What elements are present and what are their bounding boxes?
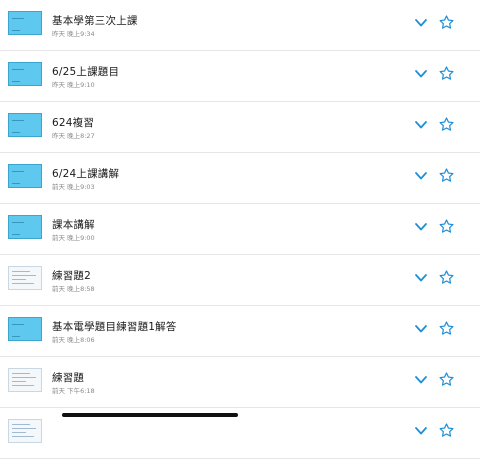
list-item[interactable]: 6/25上課題目昨天 晚上9:10 — [0, 51, 480, 102]
note-thumbnail — [8, 164, 42, 188]
note-title: 624複習 — [52, 117, 95, 129]
star-icon[interactable] — [438, 269, 455, 286]
chevron-down-icon[interactable] — [414, 222, 428, 232]
note-title: 6/24上課講解 — [52, 168, 120, 180]
note-timestamp: 前天 晚上8:06 — [52, 336, 95, 344]
chevron-down-icon[interactable] — [414, 375, 428, 385]
star-icon[interactable] — [438, 116, 455, 133]
list-item[interactable]: 基本學第三次上課昨天 晚上9:34 — [0, 0, 480, 51]
star-icon[interactable] — [438, 65, 455, 82]
note-title: 基本電學題目練習題1解答 — [52, 321, 177, 333]
star-icon[interactable] — [438, 167, 455, 184]
list-item[interactable]: 624複習昨天 晚上8:27 — [0, 102, 480, 153]
list-item[interactable]: 練習題前天 下午6:18 — [0, 357, 480, 408]
list-item[interactable]: 練習題2 前天 晚上8:58 — [0, 255, 480, 306]
note-title: 課本講解 — [52, 219, 95, 231]
chevron-down-icon[interactable] — [414, 426, 428, 436]
list-item[interactable]: 課本講解前天 晚上9:00 — [0, 204, 480, 255]
star-icon[interactable] — [438, 14, 455, 31]
note-title: 練習題 — [52, 372, 85, 384]
star-icon[interactable] — [438, 320, 455, 337]
note-thumbnail — [8, 62, 42, 86]
note-timestamp: 昨天 晚上8:27 — [52, 132, 95, 140]
note-timestamp: 前天 晚上9:03 — [52, 183, 95, 191]
note-timestamp: 前天 晚上9:00 — [52, 234, 95, 242]
note-title: 6/25上課題目 — [52, 66, 120, 78]
chevron-down-icon[interactable] — [414, 69, 428, 79]
chevron-down-icon[interactable] — [414, 120, 428, 130]
note-timestamp: 前天 晚上8:58 — [52, 285, 95, 293]
note-thumbnail — [8, 113, 42, 137]
note-thumbnail — [8, 368, 42, 392]
note-thumbnail — [8, 266, 42, 290]
note-thumbnail — [8, 317, 42, 341]
home-indicator[interactable] — [62, 413, 238, 417]
chevron-down-icon[interactable] — [414, 273, 428, 283]
chevron-down-icon[interactable] — [414, 171, 428, 181]
list-item[interactable]: 基本電學題目練習題1解答前天 晚上8:06 — [0, 306, 480, 357]
note-thumbnail — [8, 11, 42, 35]
note-timestamp: 前天 下午6:18 — [52, 387, 95, 395]
chevron-down-icon[interactable] — [414, 18, 428, 28]
star-icon[interactable] — [438, 371, 455, 388]
note-timestamp: 昨天 晚上9:10 — [52, 81, 95, 89]
star-icon[interactable] — [438, 422, 455, 439]
chevron-down-icon[interactable] — [414, 324, 428, 334]
star-icon[interactable] — [438, 218, 455, 235]
note-thumbnail — [8, 215, 42, 239]
note-title: 基本學第三次上課 — [52, 15, 138, 27]
notes-list: 基本學第三次上課 昨天 晚上9:34 6/25上課題目 昨天 晚上9:10 624複習昨… — [0, 0, 480, 459]
list-item[interactable]: 6/24上課講解前天 晚上9:03 — [0, 153, 480, 204]
note-title: 練習題2 — [52, 270, 91, 282]
note-timestamp: 昨天 晚上9:34 — [52, 30, 95, 38]
